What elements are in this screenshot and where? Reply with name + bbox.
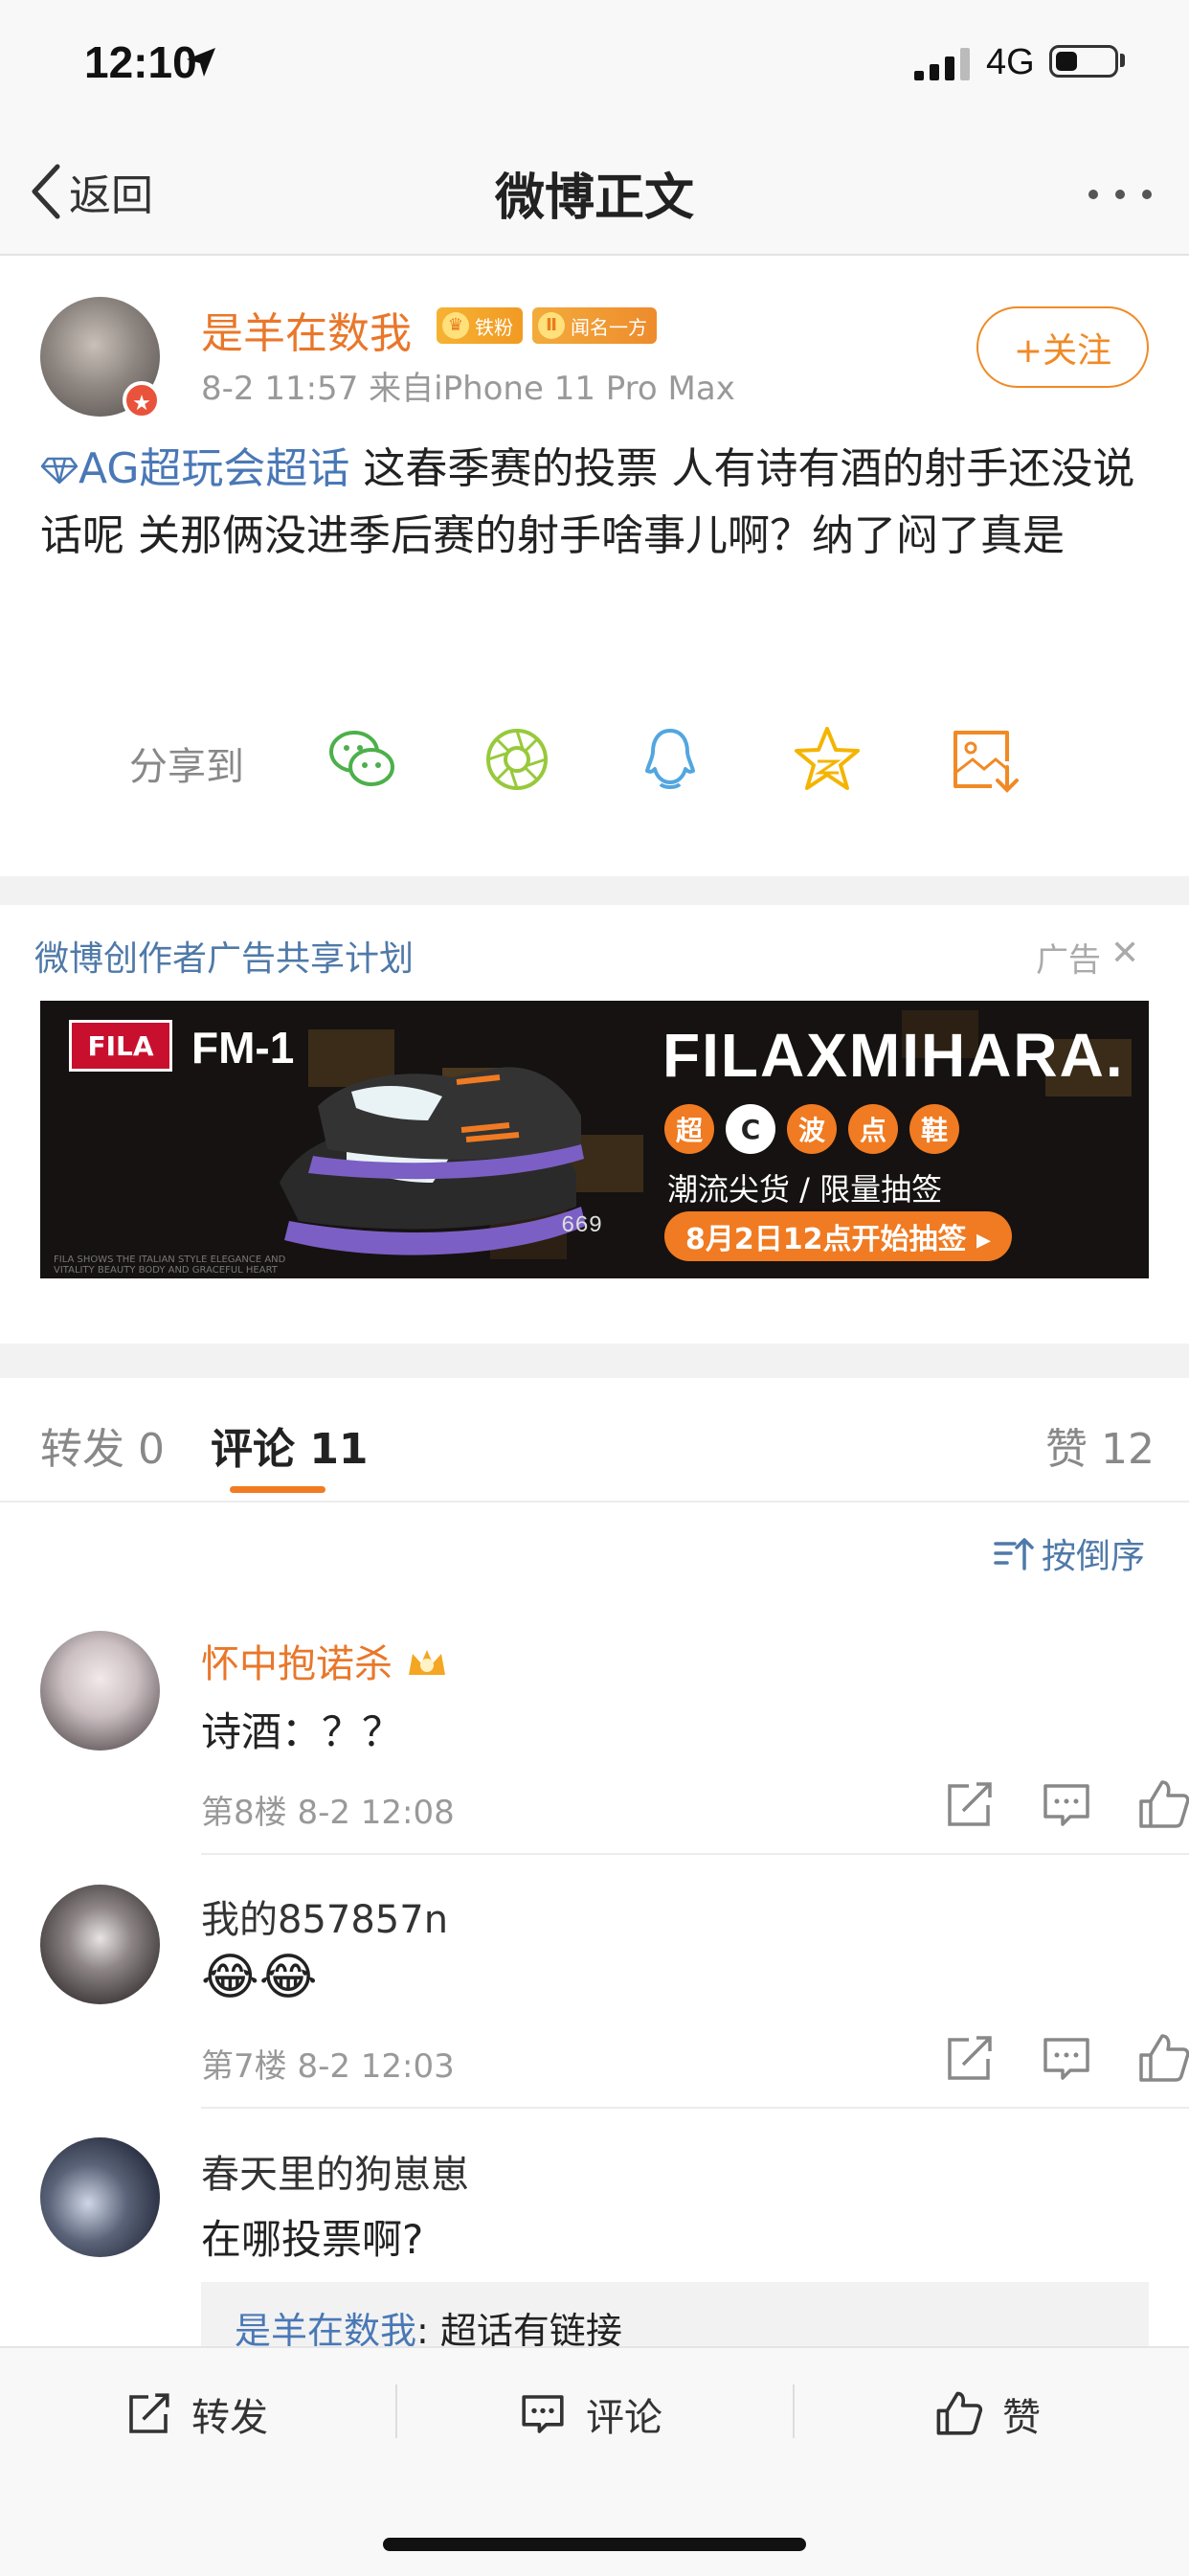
repost-label: 转发	[191, 2396, 268, 2440]
status-time: 12:10	[84, 37, 197, 87]
like-icon[interactable]	[1135, 2030, 1189, 2088]
battery-level	[1056, 52, 1077, 71]
wechat-icon[interactable]	[325, 723, 398, 796]
commenter-avatar[interactable]	[40, 1885, 160, 2004]
comment-meta: 第7楼 8-2 12:03	[201, 2047, 455, 2086]
commenter-avatar[interactable]	[40, 1631, 160, 1751]
toolbar-separator	[395, 2384, 397, 2438]
comment-actions	[900, 2030, 1189, 2088]
ad-banner[interactable]: FILA FM-1 FILAXMIHARA. 超 C 波 点 鞋 潮流尖货 / …	[40, 1001, 1149, 1278]
ad-tag: 点	[848, 1104, 898, 1154]
fan-badge-label: 铁粉	[475, 315, 513, 339]
comment-icon[interactable]	[1038, 2030, 1095, 2088]
page-title: 微博正文	[494, 169, 694, 227]
like-label: 赞	[1002, 2396, 1041, 2440]
more-options-button[interactable]	[1080, 185, 1160, 203]
comment-button[interactable]: 评论	[517, 2386, 662, 2442]
active-tab-indicator	[230, 1486, 325, 1493]
qzone-star-icon[interactable]	[791, 723, 864, 796]
post-meta: 8-2 11:57 来自iPhone 11 Pro Max	[201, 370, 735, 408]
more-dot	[1088, 190, 1098, 199]
like-button[interactable]: 赞	[933, 2386, 1041, 2442]
crown-icon: ♛	[442, 312, 469, 339]
ad-program-title[interactable]: 微博创作者广告共享计划	[34, 931, 414, 981]
crown-icon	[408, 1650, 445, 1675]
comment-divider	[201, 2107, 1189, 2109]
topic-label: AG超玩会超话	[79, 444, 350, 493]
commenter-name[interactable]: 怀中抱诺杀	[201, 1633, 449, 1688]
comment-meta: 第8楼 8-2 12:08	[201, 1794, 455, 1832]
commenter-name[interactable]: 春天里的狗崽崽	[201, 2143, 469, 2199]
ad-headline: FILAXMIHARA.	[662, 1021, 1125, 1090]
ad-brand-logo: FILA	[69, 1020, 172, 1072]
fame-level-icon: Ⅱ	[538, 312, 565, 339]
sort-icon	[994, 1538, 1034, 1570]
follow-button[interactable]: +关注	[976, 306, 1149, 388]
more-dot	[1115, 190, 1125, 199]
sort-order-button[interactable]: 按倒序	[992, 1528, 1145, 1578]
topic-link[interactable]: AG超玩会超话	[40, 444, 349, 493]
comment-text: 诗酒：？？	[201, 1708, 403, 1755]
fan-badge[interactable]: ♛ 铁粉	[437, 307, 523, 344]
comment-icon[interactable]	[1038, 1776, 1095, 1834]
fame-badge[interactable]: Ⅱ 闻名一方	[532, 307, 657, 344]
ad-tag: 波	[787, 1104, 837, 1154]
tab-divider	[0, 1501, 1189, 1503]
repost-icon[interactable]	[940, 1776, 998, 1834]
comment-text: 😂😂	[201, 1949, 318, 2006]
comment-text: 在哪投票啊?	[201, 2216, 424, 2263]
section-gap	[0, 1344, 1189, 1378]
ad-fine-print: FILA SHOWS THE ITALIAN STYLE ELEGANCE AN…	[54, 1254, 286, 1276]
commenter-name[interactable]: 我的857857n	[201, 1888, 448, 1944]
tab-reposts[interactable]: 转发 0	[40, 1414, 165, 1476]
ad-tag: 超	[664, 1104, 714, 1154]
cellular-signal-icon	[914, 48, 970, 80]
ad-close-icon[interactable]: ✕	[1110, 934, 1139, 973]
fame-badge-label: 闻名一方	[571, 315, 647, 339]
save-image-icon[interactable]	[948, 723, 1021, 796]
ad-price-tag: 669	[561, 1213, 603, 1239]
like-icon[interactable]	[1135, 1776, 1189, 1834]
post-body: AG超玩会超话 这春季赛的投票 人有诗有酒的射手还没说话呢 关那俩没进季后赛的射…	[40, 436, 1151, 570]
qq-icon[interactable]	[634, 723, 707, 796]
tab-likes[interactable]: 赞 12	[1045, 1414, 1155, 1476]
comment-label: 评论	[586, 2396, 662, 2440]
battery-icon	[1049, 45, 1118, 78]
verified-badge-icon: ★	[123, 381, 161, 419]
location-arrow-icon	[187, 48, 215, 77]
commenter-name-text: 怀中抱诺杀	[201, 1642, 393, 1686]
more-dot	[1142, 190, 1152, 199]
repost-button[interactable]: 转发	[123, 2386, 268, 2442]
home-indicator[interactable]	[383, 2538, 806, 2551]
ad-cta-button[interactable]: 8月2日12点开始抽签 ▸	[664, 1211, 1012, 1261]
commenter-avatar[interactable]	[40, 2137, 160, 2257]
toolbar-separator	[793, 2384, 795, 2438]
comment-icon	[522, 2395, 564, 2433]
diamond-icon	[40, 457, 79, 485]
ad-label: 广告	[1036, 941, 1101, 980]
like-icon	[936, 2391, 983, 2435]
battery-tip	[1120, 54, 1125, 67]
share-label: 分享到	[129, 745, 244, 789]
moments-icon[interactable]	[481, 723, 553, 796]
repost-icon	[129, 2393, 169, 2433]
sneaker-image	[280, 1067, 586, 1255]
ad-tags: 超 C 波 点 鞋	[664, 1104, 971, 1154]
repost-icon[interactable]	[940, 2030, 998, 2088]
network-type: 4G	[986, 42, 1035, 82]
ad-tag: 鞋	[909, 1104, 959, 1154]
tab-comments[interactable]: 评论 11	[211, 1414, 369, 1476]
ad-subtitle: 潮流尖货 / 限量抽签	[667, 1171, 943, 1208]
ad-tag: C	[726, 1104, 775, 1154]
comment-divider	[201, 1853, 1189, 1855]
author-name[interactable]: 是羊在数我	[201, 299, 412, 360]
ad-model: FM-1	[191, 1023, 295, 1073]
sort-label: 按倒序	[1042, 1537, 1146, 1576]
comment-actions	[900, 1776, 1189, 1834]
section-gap	[0, 876, 1189, 905]
